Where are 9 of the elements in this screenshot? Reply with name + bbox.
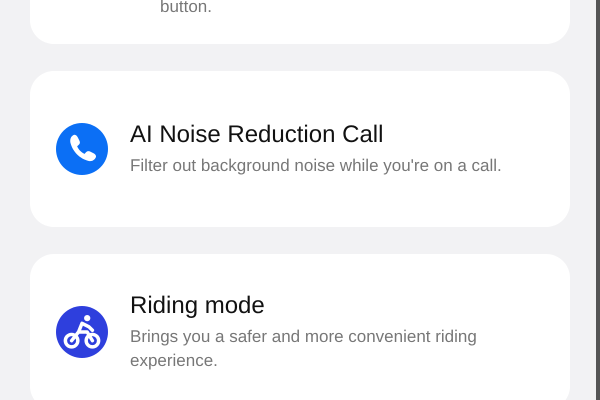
feature-description: button. [160, 0, 213, 15]
feature-title: AI Noise Reduction Call [130, 120, 384, 150]
feature-title: Riding mode [130, 291, 266, 321]
feature-card[interactable]: button. [30, 0, 570, 44]
scrollbar[interactable] [596, 0, 600, 400]
feature-description: Brings you a safer and more convenient riding experience. [130, 326, 478, 372]
feature-card[interactable]: AI Noise Reduction Call Filter out background noise while you're on a call. [30, 71, 570, 227]
feature-card[interactable]: Riding mode Brings you a safer and more convenient riding experience. [30, 254, 570, 400]
feature-description: Filter out background noise while you're on a call. [130, 155, 502, 177]
